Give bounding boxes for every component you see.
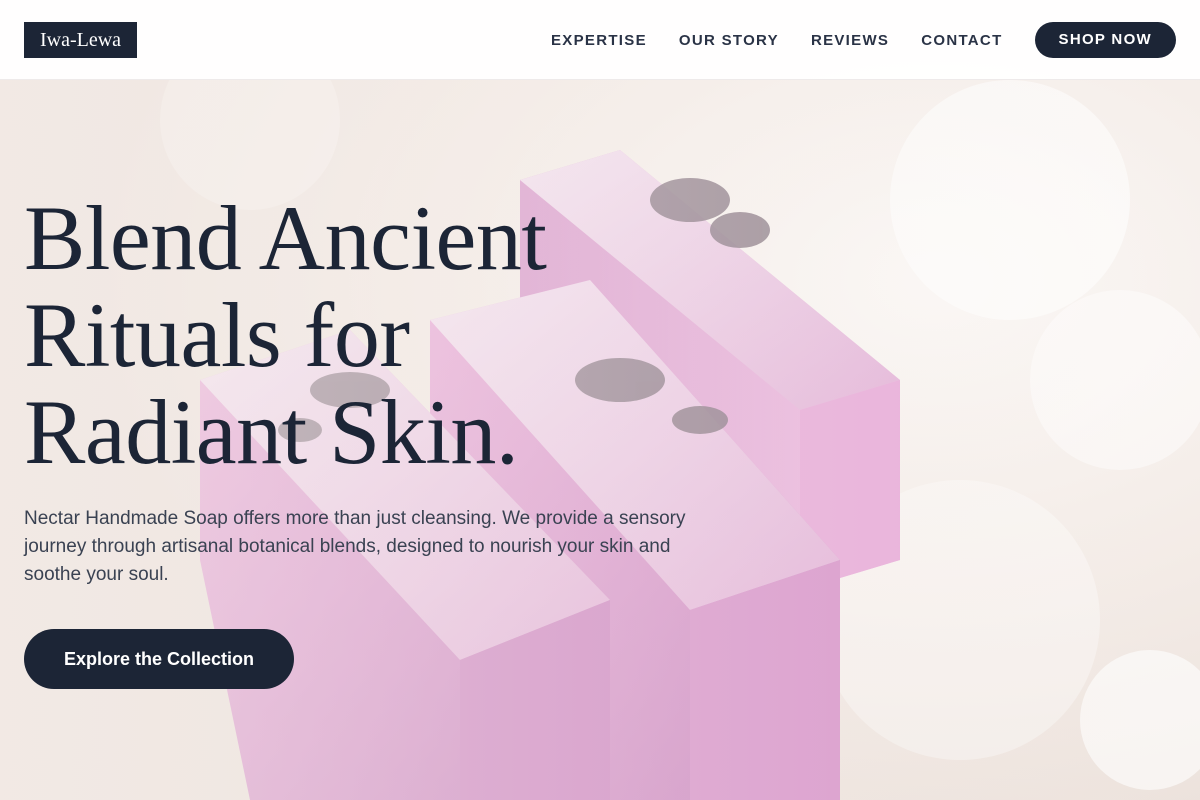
nav-link-expertise[interactable]: EXPERTISE: [551, 32, 647, 49]
hero-section: Blend Ancient Rituals for Radiant Skin. …: [24, 190, 724, 689]
main-nav: EXPERTISE OUR STORY REVIEWS CONTACT SHOP…: [551, 22, 1176, 58]
hero-title: Blend Ancient Rituals for Radiant Skin.: [24, 190, 724, 481]
hero-title-line-2: Rituals for: [24, 284, 410, 386]
explore-collection-button[interactable]: Explore the Collection: [24, 629, 295, 689]
site-header: Iwa-Lewa EXPERTISE OUR STORY REVIEWS CON…: [0, 0, 1200, 80]
nav-link-our-story[interactable]: OUR STORY: [679, 32, 779, 49]
hero-title-line-3: Radiant Skin.: [24, 381, 519, 483]
hero-description: Nectar Handmade Soap offers more than ju…: [24, 508, 686, 585]
logo[interactable]: Iwa-Lewa: [24, 22, 138, 58]
hero-title-line-1: Blend Ancient: [24, 187, 547, 289]
nav-link-contact[interactable]: CONTACT: [921, 32, 1002, 49]
nav-link-reviews[interactable]: REVIEWS: [811, 32, 889, 49]
shop-now-button[interactable]: SHOP NOW: [1034, 22, 1176, 58]
page: Iwa-Lewa EXPERTISE OUR STORY REVIEWS CON…: [0, 0, 1200, 800]
